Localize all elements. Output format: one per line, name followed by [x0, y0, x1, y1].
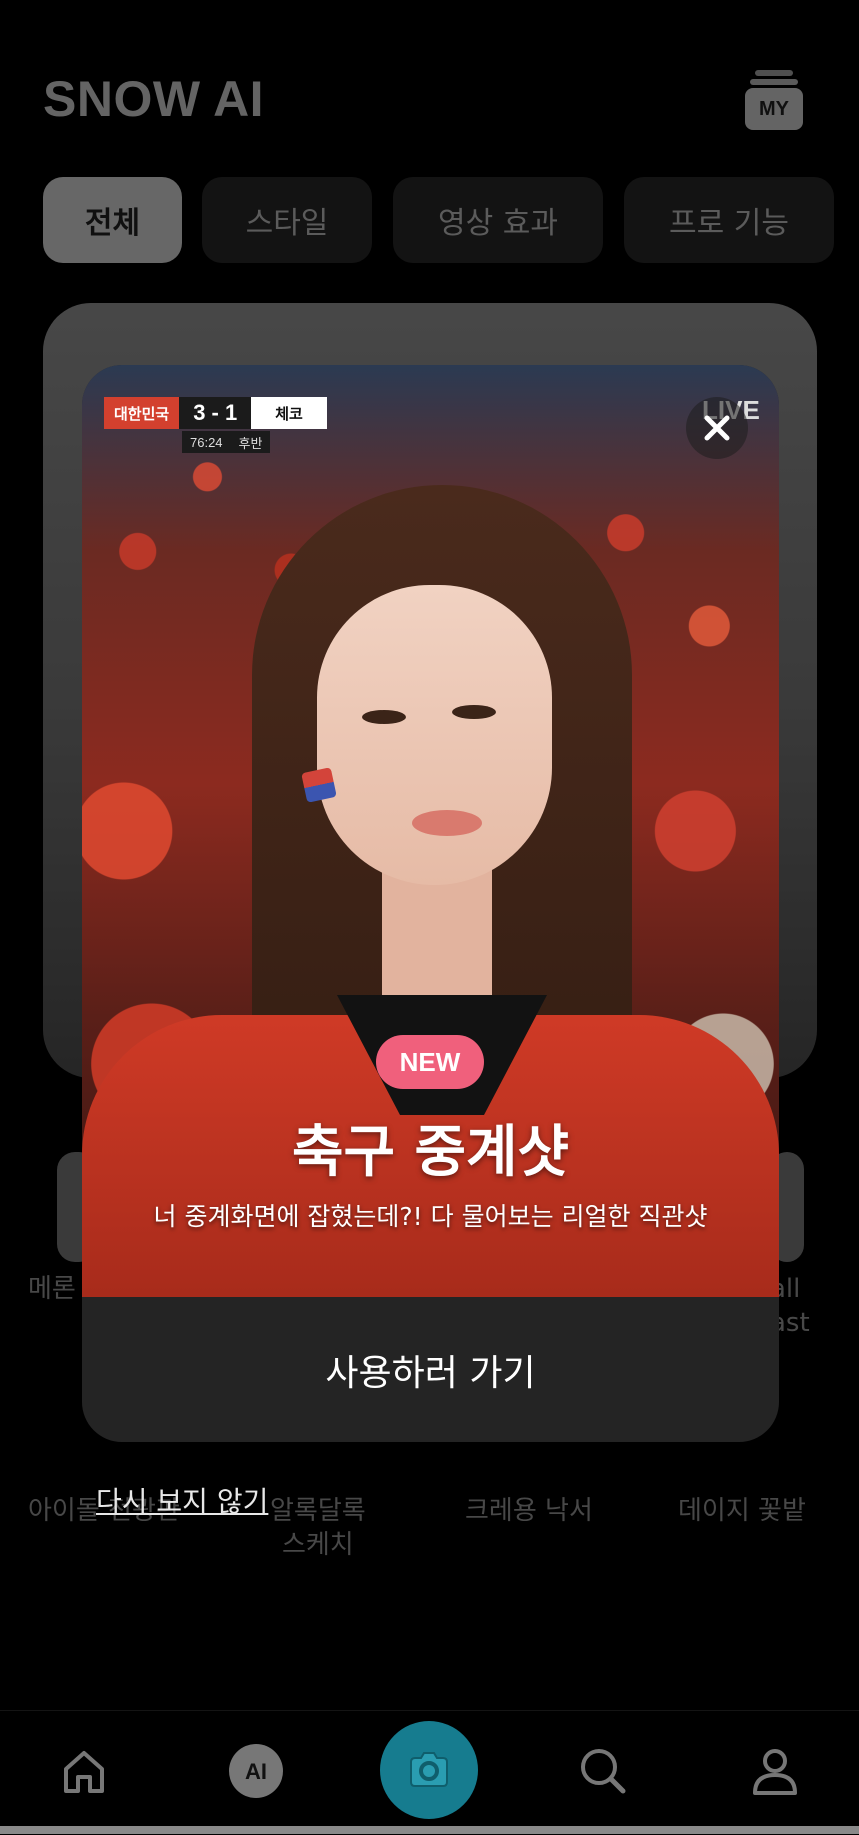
nav-home[interactable]	[54, 1741, 114, 1801]
close-icon	[704, 415, 730, 441]
system-home-indicator	[0, 1826, 859, 1834]
use-now-button[interactable]: 사용하러 가기	[82, 1297, 779, 1442]
nav-ai[interactable]: AI	[226, 1741, 286, 1801]
profile-icon	[753, 1749, 797, 1795]
close-button[interactable]	[686, 397, 748, 459]
search-icon	[581, 1749, 626, 1794]
match-time: 76:24 후반	[182, 431, 271, 453]
match-clock: 76:24	[182, 431, 231, 453]
nav-search[interactable]	[573, 1741, 633, 1801]
promo-subtitle: 너 중계화면에 잡혔는데?! 다 물어보는 리얼한 직관샷	[153, 1202, 708, 1231]
lips-shape	[412, 810, 482, 836]
camera-icon	[410, 1752, 448, 1787]
dont-show-again-link[interactable]: 다시 보지 않기	[96, 1480, 268, 1520]
bottom-nav: AI	[0, 1710, 859, 1835]
face-shape	[317, 585, 552, 885]
eye-shape	[452, 705, 496, 719]
promo-title: 축구 중계샷	[291, 1120, 570, 1185]
nav-profile[interactable]	[745, 1741, 805, 1801]
promo-image: 대한민국 3 - 1 체코 76:24 후반 LIVE NEW 축구 중계샷 너…	[82, 365, 779, 1297]
new-badge: NEW	[376, 1035, 484, 1089]
home-icon	[64, 1751, 104, 1793]
promo-modal: 대한민국 3 - 1 체코 76:24 후반 LIVE NEW 축구 중계샷 너…	[82, 365, 779, 1442]
home-team: 대한민국	[104, 397, 180, 429]
face-flag-icon	[301, 767, 337, 803]
score: 3 - 1	[179, 397, 252, 429]
camera-button[interactable]	[380, 1721, 478, 1819]
scoreboard: 대한민국 3 - 1 체코	[104, 397, 327, 429]
away-team: 체코	[251, 397, 327, 429]
match-half: 후반	[230, 431, 271, 453]
eye-shape	[362, 710, 406, 724]
ai-icon: AI	[229, 1744, 283, 1798]
ai-icon-label: AI	[245, 1759, 267, 1784]
